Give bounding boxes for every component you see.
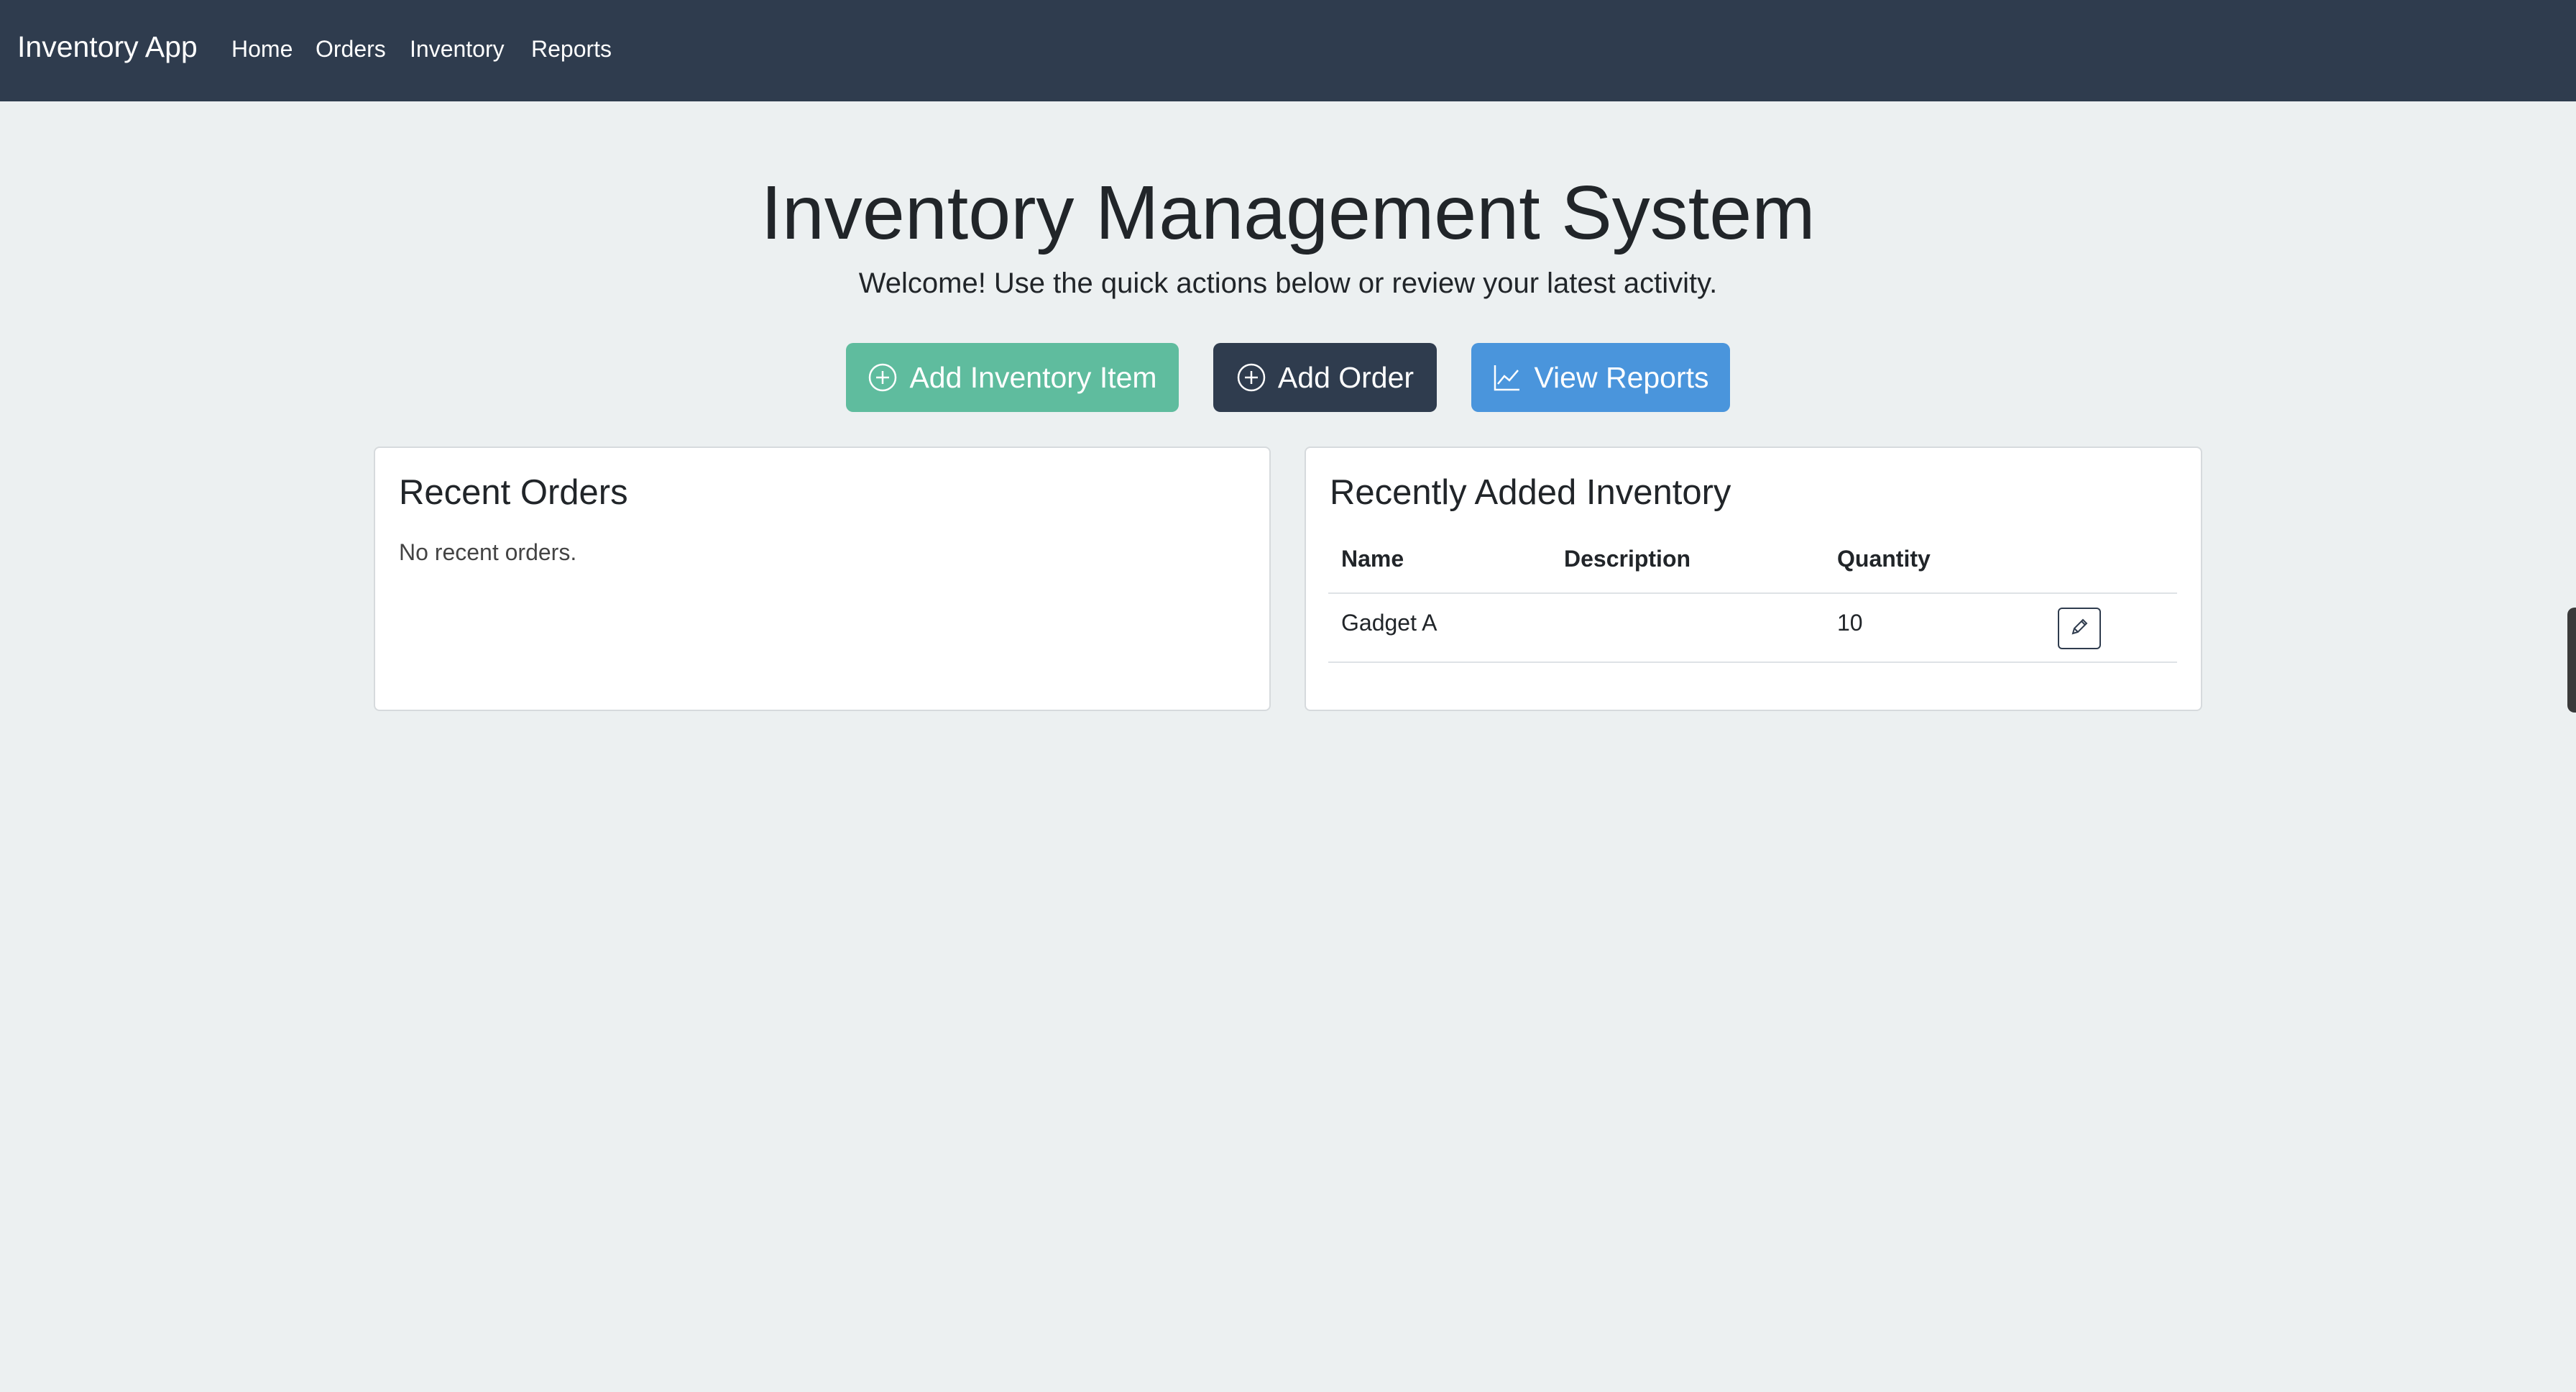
- add-order-label: Add Order: [1277, 360, 1414, 394]
- recent-orders-card: Recent Orders No recent orders.: [374, 447, 1271, 711]
- column-header-name: Name: [1341, 545, 1404, 572]
- top-navbar: Inventory App Home Orders Inventory Repo…: [0, 0, 2576, 101]
- nav-link-orders[interactable]: Orders: [316, 36, 386, 63]
- plus-circle-icon: [1236, 362, 1266, 393]
- column-header-quantity: Quantity: [1837, 545, 1931, 572]
- add-inventory-item-label: Add Inventory Item: [909, 360, 1157, 394]
- nav-link-inventory[interactable]: Inventory: [410, 36, 505, 63]
- recent-orders-title: Recent Orders: [399, 473, 628, 512]
- recent-inventory-card: Recently Added Inventory Name Descriptio…: [1305, 447, 2202, 711]
- nav-link-home[interactable]: Home: [231, 36, 293, 63]
- nav-link-reports[interactable]: Reports: [531, 36, 612, 63]
- add-order-button[interactable]: Add Order: [1213, 343, 1437, 412]
- side-scroll-handle[interactable]: [2567, 608, 2576, 713]
- pencil-icon: [2069, 616, 2090, 641]
- table-row-divider: [1328, 592, 2177, 594]
- view-reports-label: View Reports: [1534, 360, 1709, 394]
- column-header-description: Description: [1564, 545, 1691, 572]
- plus-circle-icon: [868, 362, 898, 393]
- edit-item-button[interactable]: [2058, 608, 2101, 649]
- no-orders-message: No recent orders.: [399, 539, 577, 565]
- brand-link[interactable]: Inventory App: [17, 30, 198, 64]
- page-subtitle: Welcome! Use the quick actions below or …: [858, 267, 1718, 299]
- view-reports-button[interactable]: View Reports: [1471, 343, 1730, 412]
- table-row-divider: [1328, 661, 2177, 663]
- cell-name: Gadget A: [1341, 610, 1438, 636]
- page-title: Inventory Management System: [760, 170, 1816, 255]
- cell-quantity: 10: [1837, 610, 1863, 636]
- line-chart-icon: [1492, 362, 1522, 393]
- recent-inventory-title: Recently Added Inventory: [1330, 473, 1731, 512]
- add-inventory-item-button[interactable]: Add Inventory Item: [846, 343, 1179, 412]
